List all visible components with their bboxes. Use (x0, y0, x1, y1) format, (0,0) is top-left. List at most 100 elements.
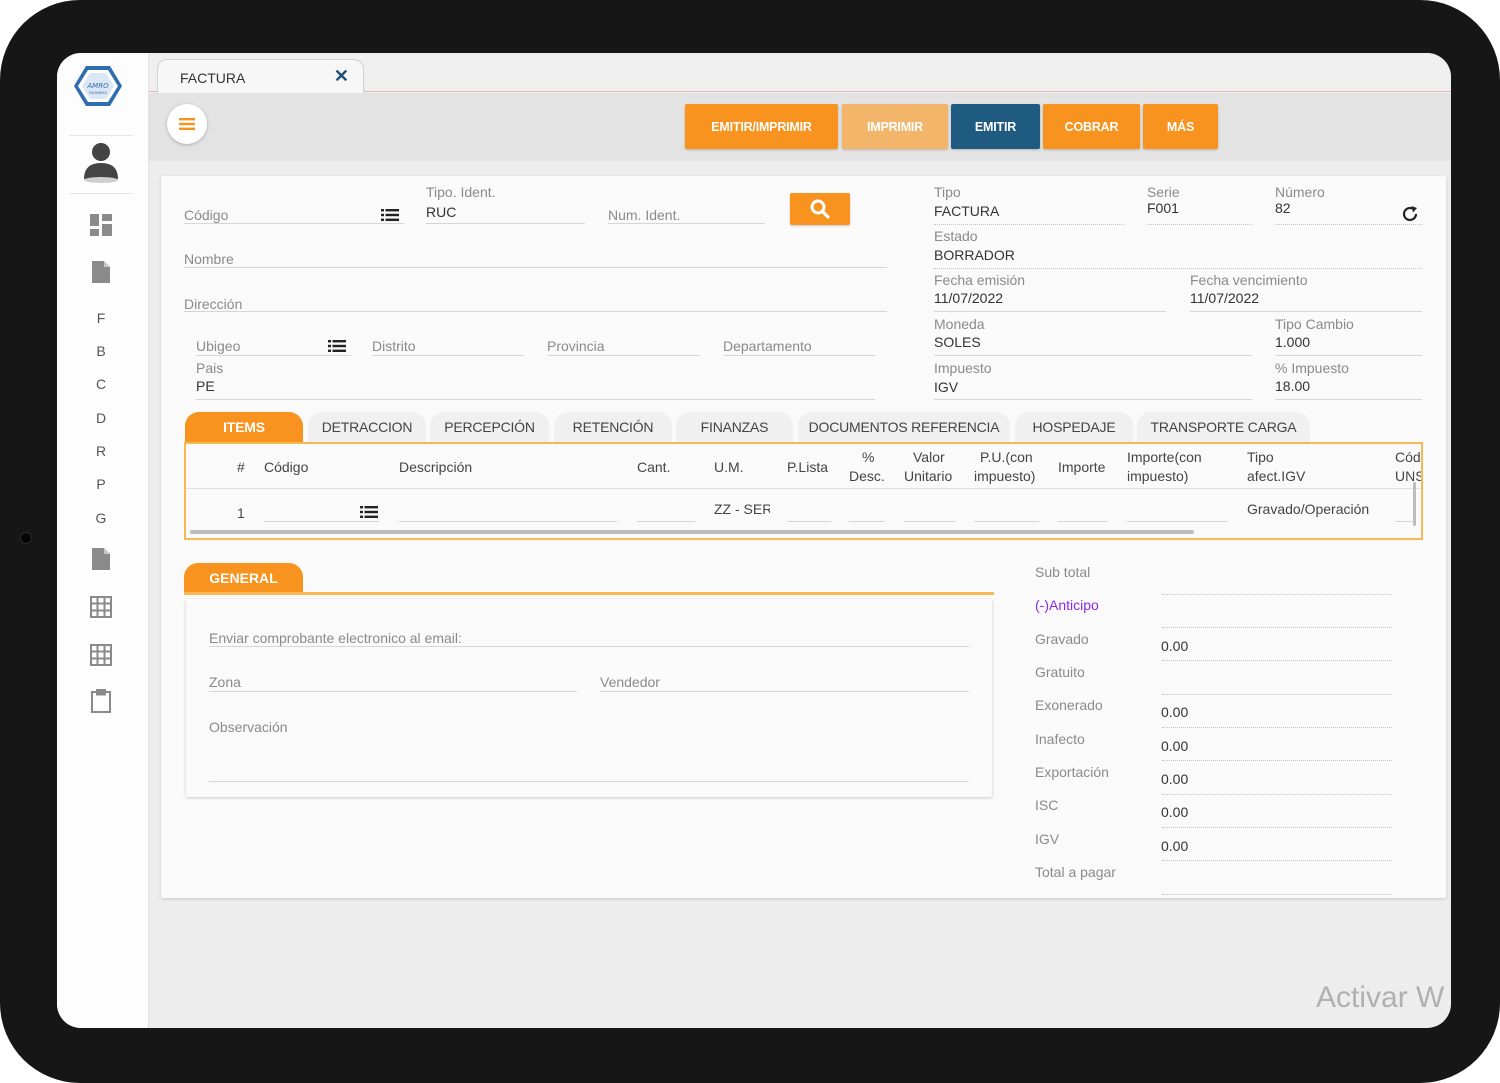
inafecto-value: 0.00 (1161, 738, 1189, 754)
row-cant-input[interactable] (637, 521, 695, 522)
emitir-imprimir-button[interactable]: EMITIR/IMPRIMIR (685, 104, 838, 149)
exonerado-field (1162, 727, 1392, 728)
tipo-cambio-input[interactable] (1275, 355, 1422, 356)
app-screen: AMRO BUSINESS F B C D R P G FACTURA ✕ EM… (57, 53, 1451, 1028)
tab-detraccion[interactable]: DETRACCION (308, 412, 426, 442)
row-importe-con-input[interactable] (1127, 521, 1228, 522)
emitir-button[interactable]: EMITIR (951, 104, 1040, 149)
estado-value: BORRADOR (934, 247, 1015, 263)
moneda-select[interactable] (934, 355, 1252, 356)
exportacion-field (1162, 794, 1392, 795)
tab-retencion[interactable]: RETENCIÓN (554, 412, 672, 442)
subtotal-label: Sub total (1035, 564, 1091, 580)
observacion-label: Observación (209, 719, 288, 735)
list-icon[interactable] (381, 209, 399, 221)
sidebar-letter-p[interactable]: P (89, 476, 113, 492)
row-importe-input[interactable] (1058, 521, 1108, 522)
fecha-emision-label: Fecha emisión (934, 272, 1026, 288)
close-icon[interactable]: ✕ (334, 66, 349, 87)
dashboard-icon[interactable] (90, 213, 112, 237)
codigo-input[interactable] (184, 223, 404, 224)
fecha-emision-input[interactable] (934, 311, 1166, 312)
user-avatar-icon[interactable] (81, 139, 121, 183)
sidebar-letter-r[interactable]: R (89, 443, 113, 459)
sidebar-letter-b[interactable]: B (89, 343, 113, 359)
pais-select[interactable] (196, 399, 875, 400)
inafecto-label: Inafecto (1035, 731, 1085, 747)
isc-label: ISC (1035, 797, 1059, 813)
anticipo-label: (-)Anticipo (1035, 597, 1099, 613)
exonerado-value: 0.00 (1161, 704, 1189, 720)
departamento-input[interactable] (723, 355, 875, 356)
row-descripcion-input[interactable] (399, 521, 617, 522)
horizontal-scrollbar[interactable] (190, 530, 1194, 534)
header-divider (186, 488, 1421, 489)
row-cod-uns-input[interactable] (1395, 521, 1415, 522)
pct-impuesto-input[interactable] (1275, 399, 1422, 400)
tab-percepcion[interactable]: PERCEPCIÓN (430, 412, 549, 442)
tipo-ident-value: RUC (426, 204, 457, 220)
sidebar-letter-g[interactable]: G (89, 510, 113, 526)
tab-items[interactable]: ITEMS (185, 412, 303, 442)
search-button[interactable] (790, 193, 850, 225)
grid-table-icon[interactable] (90, 643, 112, 667)
tab-factura[interactable]: FACTURA ✕ (157, 59, 364, 93)
col-pu-header-1: P.U.(con (980, 449, 1033, 465)
zona-select[interactable] (209, 691, 577, 692)
tab-hospedaje[interactable]: HOSPEDAJE (1015, 412, 1133, 442)
impuesto-value: IGV (934, 379, 959, 395)
list-icon (179, 118, 195, 130)
row-num: 1 (237, 505, 245, 521)
tab-transporte-carga[interactable]: TRANSPORTE CARGA (1137, 412, 1310, 442)
nombre-label: Nombre (184, 251, 234, 267)
tipo-ident-select[interactable] (426, 223, 585, 224)
igv-label: IGV (1035, 831, 1060, 847)
list-icon[interactable] (328, 340, 346, 352)
row-codigo-input[interactable] (264, 521, 379, 522)
row-valor-unitario-input[interactable] (904, 521, 956, 522)
grid-table-icon[interactable] (90, 595, 112, 619)
sidebar-letter-c[interactable]: C (89, 376, 113, 392)
search-icon (810, 199, 830, 219)
nombre-input[interactable] (184, 267, 887, 268)
exportacion-label: Exportación (1035, 764, 1109, 780)
row-plista-input[interactable] (787, 521, 831, 522)
document-icon[interactable] (90, 547, 112, 571)
vendedor-select[interactable] (600, 691, 969, 692)
cobrar-button[interactable]: COBRAR (1043, 104, 1140, 149)
row-desc-input[interactable] (849, 521, 885, 522)
row-pu-input[interactable] (974, 521, 1039, 522)
document-icon[interactable] (90, 260, 112, 284)
igv-field (1162, 860, 1392, 861)
impuesto-select[interactable] (934, 399, 1252, 400)
row-tipo-afect-select[interactable]: Gravado/Operación (1247, 501, 1377, 517)
vertical-scrollbar[interactable] (1413, 482, 1416, 526)
fecha-vencimiento-input[interactable] (1190, 311, 1422, 312)
clipboard-icon[interactable] (90, 689, 112, 713)
subtotal-field (1162, 594, 1392, 595)
refresh-icon[interactable] (1401, 205, 1419, 223)
ubigeo-input[interactable] (196, 355, 351, 356)
tab-documentos-referencia[interactable]: DOCUMENTOS REFERENCIA (798, 412, 1010, 442)
tab-general[interactable]: GENERAL (184, 563, 303, 593)
svg-text:BUSINESS: BUSINESS (89, 91, 107, 95)
row-um-select[interactable]: ZZ - SER (714, 501, 770, 517)
col-desc-header-2: Desc. (849, 468, 885, 484)
col-importe-con-header-2: impuesto) (1127, 468, 1189, 484)
sidebar-letter-d[interactable]: D (89, 410, 113, 426)
tab-finanzas[interactable]: FINANZAS (676, 412, 793, 442)
menu-button[interactable] (167, 104, 207, 144)
ubigeo-label: Ubigeo (196, 338, 241, 354)
distrito-input[interactable] (372, 355, 524, 356)
observacion-textarea[interactable] (209, 781, 969, 782)
inafecto-field (1162, 760, 1392, 761)
num-ident-input[interactable] (608, 223, 765, 224)
email-input[interactable] (209, 646, 969, 647)
general-tab-underline (184, 592, 994, 595)
list-icon[interactable] (360, 506, 378, 518)
provincia-input[interactable] (547, 355, 700, 356)
imprimir-button[interactable]: IMPRIMIR (842, 104, 948, 149)
mas-button[interactable]: MÁS (1143, 104, 1218, 149)
sidebar-letter-f[interactable]: F (89, 310, 113, 326)
direccion-input[interactable] (184, 311, 887, 312)
